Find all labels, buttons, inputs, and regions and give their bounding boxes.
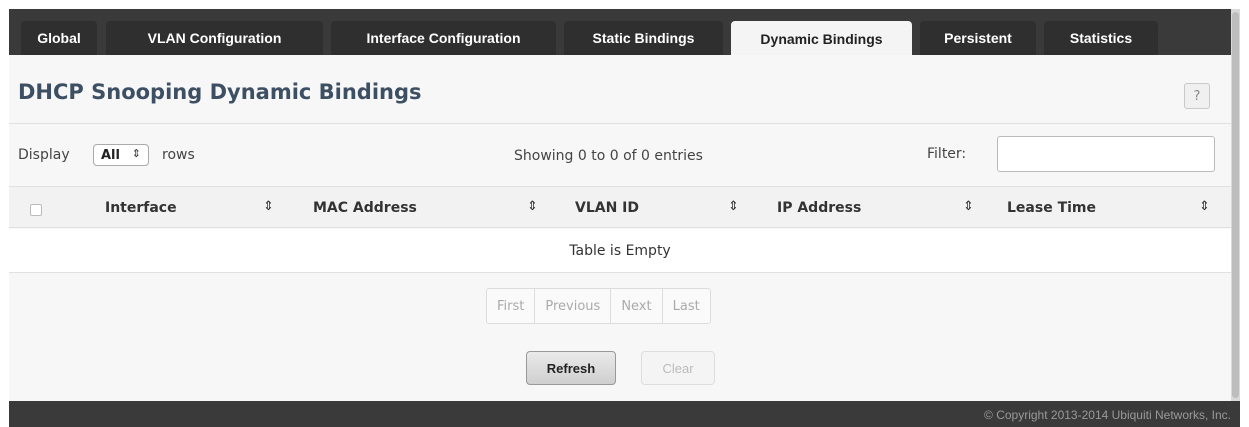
table-header: Interface ⇕ MAC Address ⇕ VLAN ID ⇕ IP A… bbox=[9, 186, 1231, 228]
copyright-text: © Copyright 2013-2014 Ubiquiti Networks,… bbox=[984, 408, 1231, 422]
tab-bar: Global VLAN Configuration Interface Conf… bbox=[9, 9, 1240, 56]
empty-table-message: Table is Empty bbox=[9, 229, 1231, 273]
pagination: First Previous Next Last bbox=[486, 288, 711, 324]
help-button[interactable]: ? bbox=[1184, 83, 1210, 109]
rows-label: rows bbox=[162, 147, 195, 163]
refresh-button[interactable]: Refresh bbox=[526, 351, 616, 385]
main-panel: DHCP Snooping Dynamic Bindings ? Display… bbox=[9, 55, 1231, 401]
rows-select[interactable]: All ⇕ bbox=[93, 144, 149, 166]
page-next-button[interactable]: Next bbox=[611, 289, 663, 323]
filter-input[interactable] bbox=[997, 136, 1215, 172]
sort-icon[interactable]: ⇕ bbox=[527, 199, 538, 214]
tab-static-bindings[interactable]: Static Bindings bbox=[564, 21, 723, 55]
column-header-ip-address[interactable]: IP Address bbox=[777, 200, 861, 216]
rows-select-value: All bbox=[101, 147, 120, 163]
column-header-interface[interactable]: Interface bbox=[105, 200, 177, 216]
scrollbar[interactable] bbox=[1231, 9, 1240, 401]
filter-label: Filter: bbox=[927, 146, 967, 162]
sort-icon[interactable]: ⇕ bbox=[1199, 199, 1210, 214]
entries-info: Showing 0 to 0 of 0 entries bbox=[514, 148, 703, 164]
display-label: Display bbox=[18, 147, 70, 163]
divider bbox=[9, 123, 1231, 124]
sort-icon[interactable]: ⇕ bbox=[728, 199, 739, 214]
page-first-button[interactable]: First bbox=[487, 289, 536, 323]
sort-icon[interactable]: ⇕ bbox=[963, 199, 974, 214]
page-title: DHCP Snooping Dynamic Bindings bbox=[18, 80, 422, 104]
page-last-button[interactable]: Last bbox=[663, 289, 710, 323]
column-header-mac-address[interactable]: MAC Address bbox=[313, 200, 417, 216]
tab-statistics[interactable]: Statistics bbox=[1044, 21, 1158, 55]
footer: © Copyright 2013-2014 Ubiquiti Networks,… bbox=[9, 401, 1240, 427]
tab-interface-configuration[interactable]: Interface Configuration bbox=[331, 21, 556, 55]
select-all-checkbox[interactable] bbox=[30, 204, 42, 216]
sort-icon[interactable]: ⇕ bbox=[263, 199, 274, 214]
tab-persistent[interactable]: Persistent bbox=[920, 21, 1036, 55]
column-header-lease-time[interactable]: Lease Time bbox=[1007, 200, 1096, 216]
clear-button[interactable]: Clear bbox=[641, 351, 715, 385]
page-previous-button[interactable]: Previous bbox=[535, 289, 612, 323]
help-icon: ? bbox=[1193, 88, 1201, 104]
tab-dynamic-bindings[interactable]: Dynamic Bindings bbox=[731, 21, 912, 56]
updown-icon: ⇕ bbox=[131, 147, 141, 160]
tab-vlan-configuration[interactable]: VLAN Configuration bbox=[106, 21, 323, 55]
app-frame: Global VLAN Configuration Interface Conf… bbox=[9, 9, 1240, 427]
tab-global[interactable]: Global bbox=[21, 21, 97, 55]
column-header-vlan-id[interactable]: VLAN ID bbox=[575, 200, 639, 216]
scrollbar-thumb[interactable] bbox=[1232, 12, 1239, 398]
